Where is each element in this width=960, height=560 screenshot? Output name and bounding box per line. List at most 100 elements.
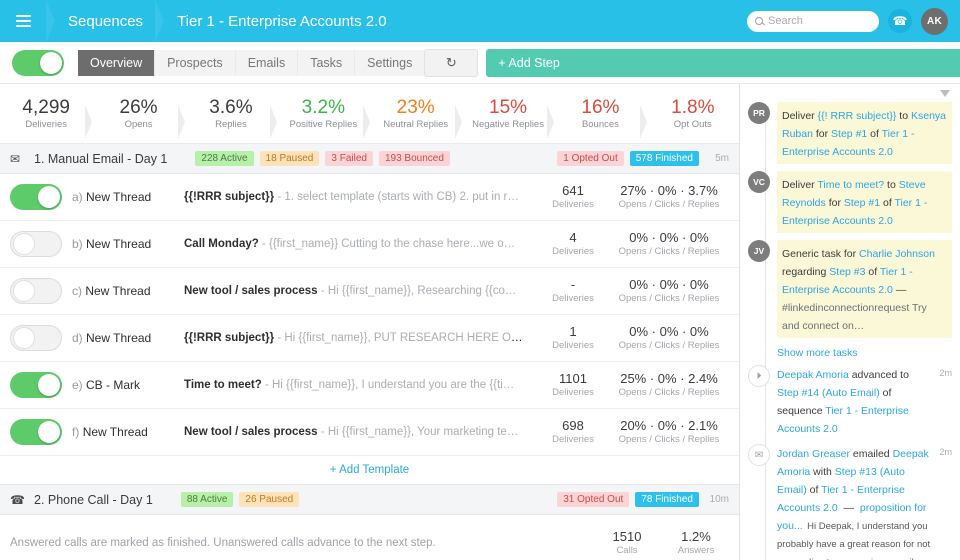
activity-task-item[interactable]: PR Deliver {{! RRR subject}} to Ksenya R… (740, 102, 959, 164)
template-row[interactable]: a) New Thread {{!RRR subject}} - 1. sele… (0, 174, 739, 221)
metric-positive-replies: 3.2% Positive Replies (277, 97, 369, 131)
sequence-enabled-toggle[interactable] (12, 50, 64, 76)
show-more-tasks-link[interactable]: Show more tasks (740, 345, 959, 365)
template-enabled-toggle[interactable] (10, 325, 62, 351)
call-step-body: Answered calls are marked as finished. U… (0, 515, 739, 560)
step-header-manual-email[interactable]: ✉ 1. Manual Email - Day 1 228 Active 18 … (0, 144, 739, 174)
template-deliveries: 4 Deliveries (537, 230, 609, 258)
activity-event-item[interactable]: ✉ Jordan Greaser emailed Deepak Amoria w… (740, 444, 959, 560)
add-template-label: + Add Template (330, 464, 409, 476)
template-subject: Time to meet? (184, 379, 262, 391)
tab-prospects[interactable]: Prospects (155, 50, 236, 76)
template-enabled-toggle[interactable] (10, 184, 62, 210)
status-badge-paused: 26 Paused (239, 492, 299, 507)
template-name: c) New Thread (72, 284, 184, 298)
template-letter: e) (72, 378, 83, 392)
call-step-calls: 1510 Calls (591, 529, 663, 557)
page-body: 4,299 Deliveries 26% Opens 3.6% Replies … (0, 84, 960, 560)
metric-label: Neutral Replies (372, 119, 460, 131)
tab-emails[interactable]: Emails (236, 50, 299, 76)
template-row[interactable]: e) CB - Mark Time to meet? - Hi {{first_… (0, 362, 739, 409)
template-deliveries: 641 Deliveries (537, 183, 609, 211)
deliveries-label: Deliveries (537, 293, 609, 305)
phone-icon: ☎ (10, 493, 26, 507)
status-badge-failed: 3 Failed (325, 151, 373, 166)
phone-icon[interactable]: ☎ (888, 9, 912, 33)
activity-text: Deliver Time to meet? to Steve Reynolds … (782, 179, 927, 227)
template-deliveries: - Deliveries (537, 277, 609, 305)
template-label: New Thread (86, 237, 151, 251)
template-name: e) CB - Mark (72, 378, 184, 392)
breadcrumb-sequences[interactable]: Sequences (55, 13, 155, 30)
metric-value: 3.6% (187, 97, 275, 119)
template-enabled-toggle[interactable] (10, 372, 62, 398)
status-badge-finished: 78 Finished (635, 492, 699, 507)
template-row[interactable]: c) New Thread New tool / sales process -… (0, 268, 739, 315)
template-enabled-toggle[interactable] (10, 419, 62, 445)
template-rates: 0% · 0% · 0% Opens / Clicks / Replies (609, 324, 729, 352)
activity-timestamp: 2m (932, 365, 952, 437)
template-label: CB - Mark (86, 378, 140, 392)
tab-tasks[interactable]: Tasks (298, 50, 355, 76)
template-rates: 0% · 0% · 0% Opens / Clicks / Replies (609, 230, 729, 258)
refresh-button[interactable]: ↻ (424, 49, 478, 77)
activity-event-item[interactable]: ⏵ Deepak Amoria advanced to Step #14 (Au… (740, 365, 959, 437)
call-step-note: Answered calls are marked as finished. U… (10, 537, 591, 549)
search-input[interactable]: Search (747, 11, 879, 32)
activity-task-item[interactable]: JV Generic task for Charlie Johnson rega… (740, 240, 959, 338)
avatar[interactable]: AK (921, 8, 948, 35)
app-root: Sequences Tier 1 - Enterprise Accounts 2… (0, 0, 960, 560)
template-enabled-toggle[interactable] (10, 231, 62, 257)
deliveries-value: 1 (537, 324, 609, 340)
funnel-icon[interactable] (940, 90, 950, 97)
template-row[interactable]: d) New Thread {{!RRR subject}} - Hi {{fi… (0, 315, 739, 362)
template-name: f) New Thread (72, 425, 184, 439)
metric-value: 16% (556, 97, 644, 119)
activity-task-item[interactable]: VC Deliver Time to meet? to Steve Reynol… (740, 171, 959, 233)
tab-overview[interactable]: Overview (78, 50, 155, 76)
step-timestamp: 5m (705, 153, 729, 164)
template-subject-preview: Time to meet? - Hi {{first_name}}, I und… (184, 379, 537, 391)
deliveries-value: 4 (537, 230, 609, 246)
tab-settings[interactable]: Settings (355, 50, 424, 76)
hamburger-menu-icon[interactable] (0, 0, 46, 42)
template-subject: {{!RRR subject}} (184, 191, 274, 203)
template-preview: - {{first_name}} Cutting to the chase he… (262, 238, 515, 250)
deliveries-value: - (537, 277, 609, 293)
activity-task-body: Deliver Time to meet? to Steve Reynolds … (777, 171, 952, 233)
rates-value: 25% · 0% · 2.4% (609, 371, 729, 387)
answers-value: 1.2% (663, 529, 729, 545)
deliveries-label: Deliveries (537, 340, 609, 352)
status-badge-finished: 578 Finished (630, 151, 699, 166)
template-deliveries: 698 Deliveries (537, 418, 609, 446)
subbar-actions: ↻ + Add Step ▾ (424, 49, 960, 77)
rates-label: Opens / Clicks / Replies (609, 246, 729, 258)
step-header-right: 31 Opted Out 78 Finished 10m (557, 492, 729, 507)
template-deliveries: 1 Deliveries (537, 324, 609, 352)
activity-text: Deepak Amoria advanced to Step #14 (Auto… (777, 369, 909, 435)
step-header-phone-call[interactable]: ☎ 2. Phone Call - Day 1 88 Active 26 Pau… (0, 485, 739, 515)
step-title: 1. Manual Email - Day 1 (34, 152, 167, 166)
template-letter: d) (72, 331, 83, 345)
template-label: New Thread (85, 284, 150, 298)
rates-label: Opens / Clicks / Replies (609, 340, 729, 352)
calls-value: 1510 (591, 529, 663, 545)
template-row[interactable]: b) New Thread Call Monday? - {{first_nam… (0, 221, 739, 268)
rates-label: Opens / Clicks / Replies (609, 434, 729, 446)
deliveries-value: 641 (537, 183, 609, 199)
add-step-button[interactable]: + Add Step ▾ (486, 49, 960, 77)
template-letter: b) (72, 237, 83, 251)
breadcrumb-sequence-name[interactable]: Tier 1 - Enterprise Accounts 2.0 (164, 13, 399, 30)
add-template-button[interactable]: + Add Template (0, 456, 739, 485)
step-timestamp: 10m (705, 494, 729, 505)
template-subject-preview: Call Monday? - {{first_name}} Cutting to… (184, 238, 537, 250)
metric-label: Positive Replies (279, 119, 367, 131)
avatar: PR (748, 102, 770, 124)
metrics-summary: 4,299 Deliveries 26% Opens 3.6% Replies … (0, 84, 739, 144)
metric-label: Negative Replies (464, 119, 552, 131)
template-enabled-toggle[interactable] (10, 278, 62, 304)
answers-label: Answers (663, 545, 729, 557)
deliveries-label: Deliveries (537, 199, 609, 211)
template-row[interactable]: f) New Thread New tool / sales process -… (0, 409, 739, 456)
template-preview: - Hi {{first_name}}, PUT RESEARCH HERE O… (277, 332, 529, 344)
